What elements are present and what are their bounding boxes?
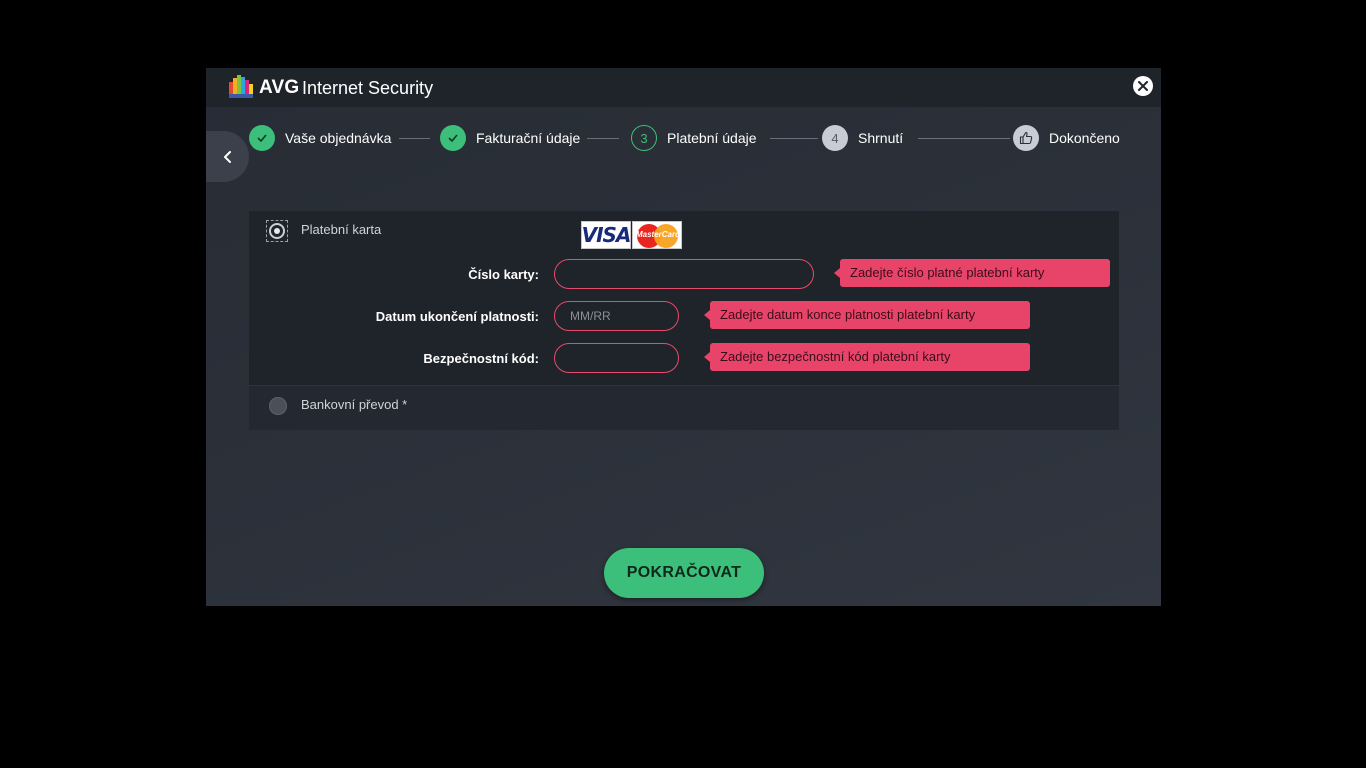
avg-logo-icon: [229, 75, 253, 98]
step-done-marker: [249, 125, 275, 151]
check-icon: [448, 134, 458, 142]
radio-outer: [269, 223, 285, 239]
close-button[interactable]: [1133, 76, 1153, 96]
card-number-input[interactable]: [554, 259, 814, 289]
expiry-error: Zadejte datum konce platnosti platební k…: [704, 301, 1030, 329]
payment-method-panel: Platební karta VISA MasterCard Číslo kar…: [249, 211, 1119, 430]
step-label: Shrnutí: [858, 130, 904, 146]
step-complete: Dokončeno: [1013, 125, 1120, 151]
step-connector: [770, 138, 818, 139]
card-number-error: Zadejte číslo platné platební karty: [834, 259, 1110, 287]
security-code-error: Zadejte bezpečnostní kód platební karty: [704, 343, 1030, 371]
step-marker: [1013, 125, 1039, 151]
mastercard-wordmark: MasterCard: [635, 230, 680, 239]
step-label: Dokončeno: [1049, 130, 1120, 146]
radio-dot: [274, 228, 280, 234]
step-payment: 3 Platební údaje: [631, 125, 757, 151]
close-icon: [1138, 81, 1148, 91]
expiry-input[interactable]: [554, 301, 679, 331]
brand-name: AVG: [259, 77, 300, 98]
security-code-label: Bezpečnostní kód:: [423, 351, 539, 366]
step-summary: 4 Shrnutí: [822, 125, 903, 151]
step-order: Vaše objednávka: [249, 125, 391, 151]
title-bar: AVG Internet Security: [206, 68, 1161, 107]
card-brand-logos: VISA MasterCard: [581, 221, 682, 249]
step-number: 4: [822, 125, 848, 151]
back-button[interactable]: [206, 131, 249, 182]
thumbs-up-icon: [1019, 131, 1033, 145]
check-icon: [257, 134, 267, 142]
step-label: Platební údaje: [667, 130, 757, 146]
continue-button[interactable]: POKRAČOVAT: [604, 548, 764, 598]
chevron-left-icon: [223, 150, 231, 163]
bank-transfer-radio[interactable]: [269, 397, 287, 415]
card-number-label: Číslo karty:: [468, 267, 539, 282]
mastercard-logo: MasterCard: [632, 221, 682, 249]
expiry-label: Datum ukončení platnosti:: [375, 309, 539, 324]
step-connector: [918, 138, 1010, 139]
product-name: Internet Security: [302, 78, 434, 98]
card-payment-label: Platební karta: [301, 222, 382, 237]
step-done-marker: [440, 125, 466, 151]
step-connector: [587, 138, 619, 139]
checkout-stepper: Vaše objednávka Fakturační údaje 3 Plate…: [249, 125, 1129, 151]
security-code-input[interactable]: [554, 343, 679, 373]
bank-transfer-label: Bankovní převod *: [301, 397, 408, 412]
step-label: Fakturační údaje: [476, 130, 581, 146]
step-number: 3: [631, 125, 657, 151]
visa-logo: VISA: [581, 221, 631, 249]
step-label: Vaše objednávka: [285, 130, 392, 146]
checkout-window: AVG Internet Security Vaše objednávka Fa…: [206, 68, 1161, 606]
step-connector: [399, 138, 430, 139]
step-billing: Fakturační údaje: [440, 125, 580, 151]
card-payment-radio[interactable]: [266, 220, 288, 242]
